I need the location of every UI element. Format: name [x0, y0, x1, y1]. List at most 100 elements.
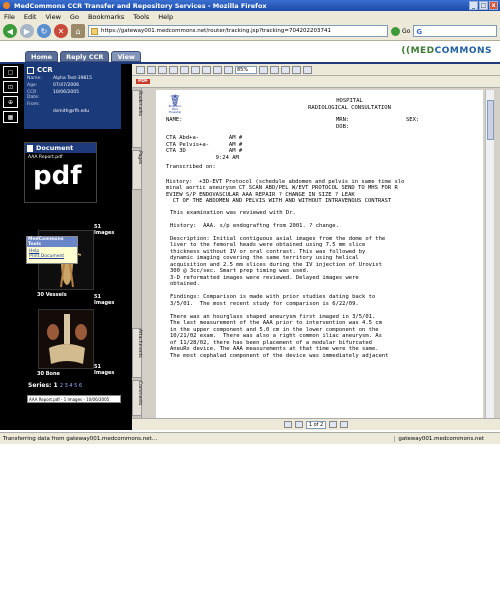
fit-page-icon[interactable] [259, 65, 268, 74]
tab-home[interactable]: Home [25, 51, 59, 62]
zoom-out-icon[interactable] [224, 65, 233, 74]
close-button[interactable]: x [489, 1, 498, 10]
menu-go[interactable]: Go [70, 13, 79, 21]
tab-bookmarks[interactable]: Bookmarks [132, 90, 142, 148]
fit-width-icon[interactable] [270, 65, 279, 74]
menu-help[interactable]: Help [158, 13, 173, 21]
image-count: 51 Images [94, 364, 115, 376]
tools-popup-title: MedCommons Tools [27, 237, 77, 247]
back-icon[interactable]: ◀ [3, 24, 17, 38]
select-text-icon[interactable] [191, 65, 200, 74]
ccr-field-key: From: [27, 102, 40, 107]
bone-thumbnail[interactable] [38, 309, 94, 369]
pdf-side-tabs: Bookmarks Pages Attachments Comments [132, 88, 142, 418]
ccr-icon [27, 66, 34, 74]
tab-comments-label: Comments [137, 381, 142, 406]
firefox-icon [3, 2, 10, 9]
go-button[interactable]: Go [391, 26, 410, 36]
name-label: NAME: [166, 117, 183, 123]
series-others[interactable]: 2 3 4 5 6 [60, 383, 82, 389]
window-titlebar: MedCommons CCR Transfer and Repository S… [0, 0, 500, 11]
sign-icon[interactable] [292, 65, 301, 74]
history-line: CT OF THE ABDOMEN AND PELVIS WITH AND WI… [166, 198, 392, 204]
series-label: Series: [28, 382, 52, 389]
menu-file[interactable]: File [4, 13, 15, 21]
ccr-field: dsmith@rfh.edu [27, 109, 118, 114]
page-indicator[interactable]: 1 of 2 [306, 420, 326, 429]
maximize-button[interactable]: □ [479, 1, 488, 10]
transcribed-line: Transcribed on: [166, 164, 216, 170]
zoom-in-icon[interactable] [213, 65, 222, 74]
minimize-button[interactable]: _ [469, 1, 478, 10]
search-icon[interactable] [169, 65, 178, 74]
document-thumbnail[interactable]: Document AAA Report.pdf pdf [24, 142, 97, 203]
first-page-icon[interactable] [284, 421, 292, 428]
hospital-logo: ☤ Brighton Red Hospital [166, 93, 184, 126]
save-icon[interactable] [136, 65, 145, 74]
prev-page-icon[interactable] [295, 421, 303, 428]
search-input[interactable]: G [413, 25, 497, 37]
series-current[interactable]: 1 [54, 382, 58, 389]
image-count: 51 Images [94, 294, 115, 306]
menu-bar: File Edit View Go Bookmarks Tools Help [0, 11, 500, 22]
tab-bookmarks-label: Bookmarks [137, 91, 142, 117]
window-title: MedCommons CCR Transfer and Repository S… [14, 1, 267, 10]
stop-icon[interactable]: ✕ [54, 24, 68, 38]
tab-reply-ccr[interactable]: Reply CCR [60, 51, 110, 62]
next-page-icon[interactable] [329, 421, 337, 428]
print-document-link[interactable]: Print Document [29, 254, 75, 259]
snapshot-icon[interactable] [202, 65, 211, 74]
url-bar[interactable]: https://gateway001.medcommons.net/router… [88, 25, 388, 37]
pdf-tag[interactable]: PDF [136, 79, 151, 84]
thumbnail-label: 30 Vessels [37, 292, 67, 298]
blank-area [0, 444, 500, 600]
zoom-field[interactable]: 85% [235, 65, 257, 74]
series-dropdown[interactable]: AAA Report.pdf - 1 Images - 10/06/2005 [27, 395, 121, 403]
ccr-field: From: [27, 102, 118, 107]
print-icon[interactable] [147, 65, 156, 74]
comment-icon[interactable] [303, 65, 312, 74]
forward-icon[interactable]: ▶ [20, 24, 34, 38]
scroll-thumb[interactable] [487, 100, 494, 140]
menu-bookmarks[interactable]: Bookmarks [88, 13, 124, 21]
document-header-label: Document [36, 144, 74, 152]
sex-label: SEX: [406, 117, 420, 123]
page-icon [91, 28, 98, 35]
ccr-field-value: Alpha Test-39815 [53, 76, 93, 81]
hand-tool-icon[interactable] [180, 65, 189, 74]
pdf-subtoolbar: PDF [132, 76, 500, 88]
last-page-icon[interactable] [340, 421, 348, 428]
home-icon[interactable]: ⌂ [71, 24, 85, 38]
pdf-scrollbar[interactable] [485, 90, 494, 418]
menu-edit[interactable]: Edit [24, 13, 37, 21]
url-text: https://gateway001.medcommons.net/router… [101, 28, 331, 34]
menu-view[interactable]: View [45, 13, 60, 21]
zoom-tool-icon[interactable]: ⊕ [3, 96, 18, 108]
go-icon [391, 26, 400, 36]
pdf-glyph: pdf [33, 161, 82, 191]
status-host: gateway001.medcommons.net [394, 435, 484, 442]
ccr-field-value[interactable]: dsmith@rfh.edu [53, 109, 89, 114]
tab-comments[interactable]: Comments [132, 380, 142, 416]
ccr-title: CCR [37, 66, 53, 74]
series-selector: Series: 1 2 3 4 5 6 [28, 382, 82, 389]
left-panel: CCR Name: Alpha Test-39815 Age: 07/47/2006… [24, 64, 121, 430]
status-bar: Transferring data from gateway001.medcom… [0, 432, 500, 444]
hospital-logo-caption: Brighton Red Hospital [168, 103, 182, 114]
select-tool-icon[interactable]: ▢ [3, 66, 18, 78]
bone-image [47, 314, 87, 364]
tab-view[interactable]: View [111, 51, 141, 62]
ccr-field-key: Age: [27, 83, 38, 88]
app-area: ▢ ⊡ ⊕ ▦ CCR Name: Alpha Test-39815 Age: 07… [0, 64, 500, 430]
reload-icon[interactable]: ↻ [37, 24, 51, 38]
rotate-icon[interactable] [281, 65, 290, 74]
tab-attachments[interactable]: Attachments [132, 328, 142, 378]
email-icon[interactable] [158, 65, 167, 74]
ccr-panel: CCR Name: Alpha Test-39815 Age: 07/47/2006… [24, 64, 121, 129]
menu-tools[interactable]: Tools [133, 13, 149, 21]
history-block: History: +3D-EVT Protocol (schedule abdo… [166, 179, 473, 205]
crop-tool-icon[interactable]: ⊡ [3, 81, 18, 93]
tab-pages[interactable]: Pages [132, 150, 142, 190]
layout-tool-icon[interactable]: ▦ [3, 111, 18, 123]
ccr-field: Age: 07/47/2006 [27, 83, 118, 88]
